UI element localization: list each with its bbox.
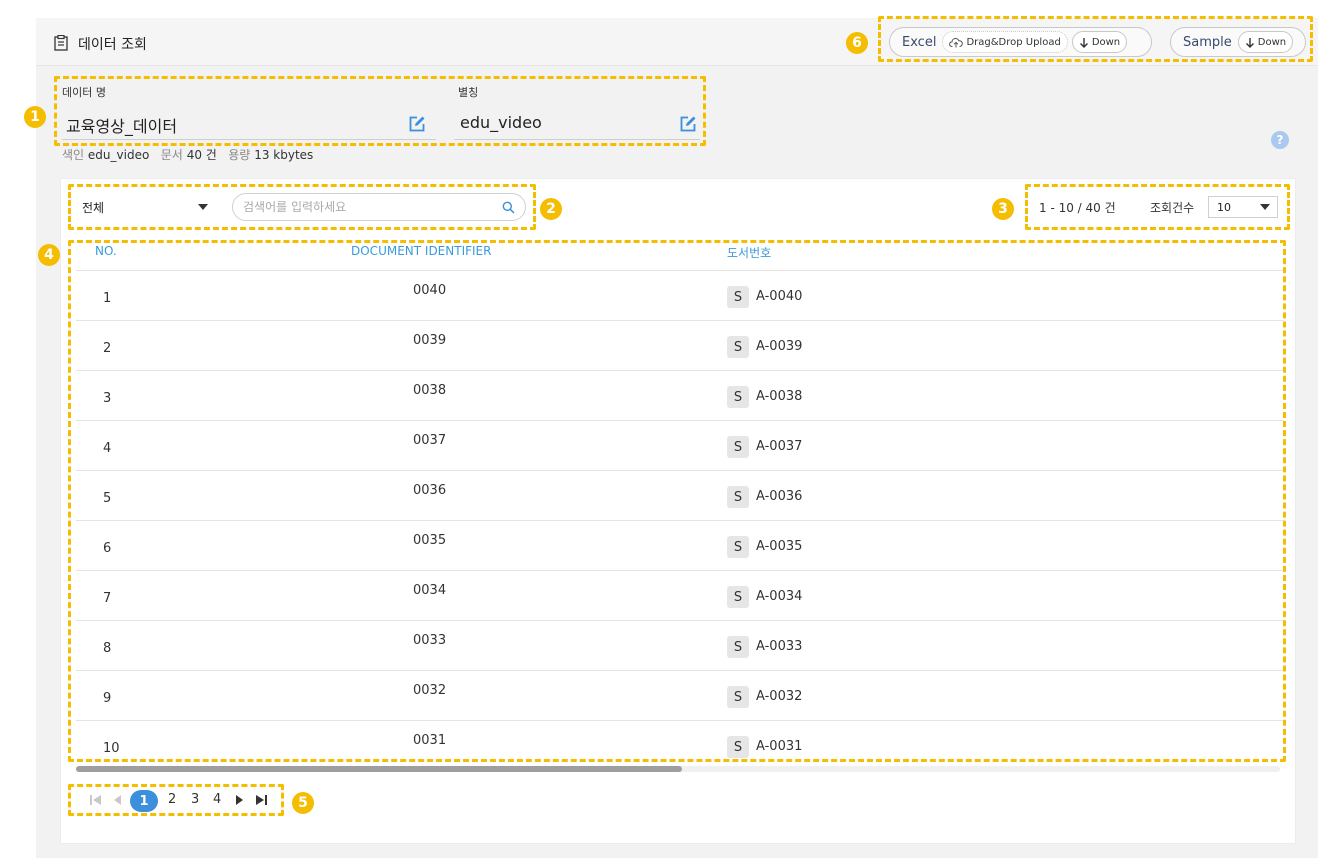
clipboard-icon: [54, 35, 68, 51]
annotation-box-1: [54, 76, 706, 146]
annotation-marker-1: 1: [24, 106, 46, 128]
meta-index-label: 색인: [62, 148, 85, 162]
page-title: 데이터 조회: [78, 37, 147, 53]
annotation-marker-2: 2: [540, 198, 562, 220]
annotation-marker-4: 4: [38, 244, 60, 266]
meta-docs-value: 40 건: [186, 148, 217, 162]
annotation-box-4: [68, 240, 1286, 762]
meta-size-value: 13 kbytes: [254, 148, 314, 162]
help-icon[interactable]: ?: [1271, 131, 1289, 149]
scrollbar-thumb[interactable]: [76, 766, 682, 772]
annotation-marker-5: 5: [292, 792, 314, 814]
meta-index-value: edu_video: [87, 148, 150, 162]
annotation-box-5: [68, 784, 284, 816]
annotation-marker-6: 6: [846, 32, 868, 54]
annotation-box-3: [1025, 184, 1290, 230]
meta-docs-label: 문서: [160, 148, 183, 162]
meta-size-label: 용량: [228, 148, 251, 162]
annotation-box-2: [68, 184, 536, 230]
annotation-marker-3: 3: [992, 198, 1014, 220]
dataset-meta: 색인 edu_video 문서 40 건 용량 13 kbytes: [62, 146, 313, 163]
annotation-box-6: [878, 16, 1313, 62]
